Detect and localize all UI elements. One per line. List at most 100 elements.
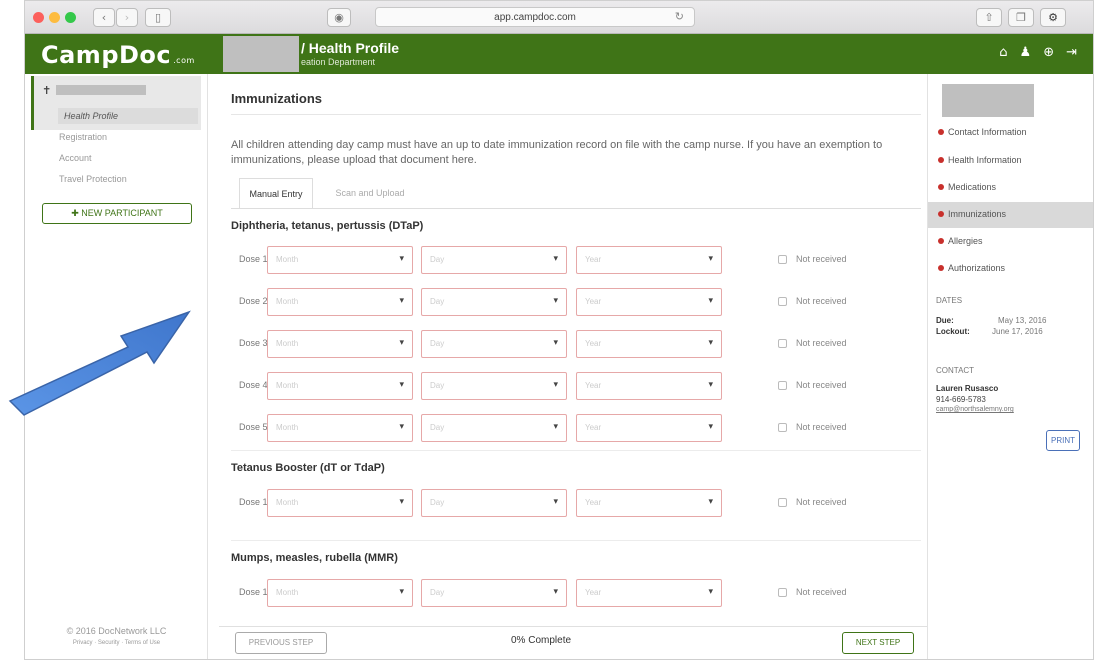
help-icon[interactable]: ⊕ [1043, 45, 1054, 60]
not-received-checkbox[interactable] [778, 498, 787, 507]
new-participant-button[interactable]: ✚ NEW PARTICIPANT [42, 203, 192, 224]
chevron-down-icon: ▾ [399, 296, 404, 306]
not-received-label: Not received [796, 422, 847, 432]
dose-row: Dose 5 Month ▾ Day ▾ Year ▾ Not received [231, 414, 921, 442]
not-received-label: Not received [796, 254, 847, 264]
forward-arrow-icon[interactable]: › [116, 8, 138, 27]
day-select[interactable]: Day ▾ [421, 330, 567, 358]
month-select[interactable]: Month ▾ [267, 579, 413, 607]
redacted-participant-name [56, 85, 146, 95]
progress-text: 0% Complete [511, 635, 572, 646]
url-bar[interactable]: app.campdoc.com ↻ [375, 7, 695, 27]
month-select[interactable]: Month ▾ [267, 288, 413, 316]
dose-row: Dose 4 Month ▾ Day ▾ Year ▾ Not received [231, 372, 921, 400]
year-select[interactable]: Year ▾ [576, 330, 722, 358]
tab-scan-and-upload[interactable]: Scan and Upload [317, 178, 423, 208]
home-icon[interactable]: ⌂ [999, 45, 1007, 60]
day-select[interactable]: Day ▾ [421, 246, 567, 274]
day-select[interactable]: Day ▾ [421, 489, 567, 517]
main-content: Immunizations All children attending day… [219, 74, 927, 659]
url-text: app.campdoc.com [494, 12, 576, 23]
section-nav-item[interactable]: Allergies [928, 229, 1093, 255]
section-nav-item[interactable]: Medications [928, 175, 1093, 201]
tab-divider [231, 208, 921, 209]
chevron-down-icon: ▾ [708, 422, 713, 432]
tab-manual-entry[interactable]: Manual Entry [239, 178, 313, 208]
reload-icon[interactable]: ↻ [675, 8, 684, 27]
month-select[interactable]: Month ▾ [267, 246, 413, 274]
back-arrow-icon[interactable]: ‹ [93, 8, 115, 27]
nav-item-registration[interactable]: Registration [59, 132, 107, 142]
close-window-button[interactable] [33, 12, 44, 23]
nav-item-travel-protection[interactable]: Travel Protection [59, 174, 127, 184]
chevron-down-icon: ▾ [399, 254, 404, 264]
next-step-button[interactable]: NEXT STEP [842, 632, 914, 654]
section-nav-label: Contact Information [948, 127, 1027, 137]
section-title: Immunizations [231, 91, 323, 106]
not-received-checkbox[interactable] [778, 423, 787, 432]
year-select[interactable]: Year ▾ [576, 372, 722, 400]
day-select[interactable]: Day ▾ [421, 414, 567, 442]
year-select[interactable]: Year ▾ [576, 246, 722, 274]
section-nav-item[interactable]: Authorizations [928, 256, 1093, 282]
zoom-window-button[interactable] [65, 12, 76, 23]
not-received-checkbox[interactable] [778, 297, 787, 306]
immunization-description: All children attending day camp must hav… [231, 139, 883, 166]
year-select[interactable]: Year ▾ [576, 288, 722, 316]
month-select[interactable]: Month ▾ [267, 330, 413, 358]
footer-links[interactable]: Privacy · Security · Terms of Use [25, 640, 208, 646]
month-placeholder: Month [276, 297, 299, 306]
month-select[interactable]: Month ▾ [267, 489, 413, 517]
chevron-down-icon: ▾ [553, 338, 558, 348]
contact-email-link[interactable]: camp@northsalemny.org [936, 406, 1014, 413]
nav-item-health-profile[interactable]: Health Profile [58, 108, 198, 124]
share-icon[interactable]: ⇧ [976, 8, 1002, 27]
immunization-section-title: Tetanus Booster (dT or TdaP) [231, 462, 385, 474]
privacy-icon[interactable]: ◉ [327, 8, 351, 27]
header-icons: ⌂ ♟ ⊕ ⇥ [999, 45, 1077, 60]
dose-row: Dose 2 Month ▾ Day ▾ Year ▾ Not received [231, 288, 921, 316]
redacted-camp-name [223, 36, 299, 72]
chevron-down-icon: ▾ [553, 497, 558, 507]
minimize-window-button[interactable] [49, 12, 60, 23]
dose-label: Dose 1 [239, 497, 268, 507]
day-select[interactable]: Day ▾ [421, 579, 567, 607]
month-placeholder: Month [276, 498, 299, 507]
year-select[interactable]: Year ▾ [576, 489, 722, 517]
not-received-checkbox[interactable] [778, 339, 787, 348]
day-placeholder: Day [430, 498, 445, 507]
year-select[interactable]: Year ▾ [576, 579, 722, 607]
not-received-checkbox[interactable] [778, 381, 787, 390]
pin-icon: ✝ [42, 84, 52, 97]
print-button[interactable]: PRINT [1046, 430, 1080, 451]
day-select[interactable]: Day ▾ [421, 372, 567, 400]
settings-icon[interactable]: ⚙ [1040, 8, 1066, 27]
section-nav-item[interactable]: Health Information [928, 148, 1093, 174]
chevron-down-icon: ▾ [708, 380, 713, 390]
dose-label: Dose 2 [239, 296, 268, 306]
campdoc-logo[interactable]: CampDoc .com [41, 41, 195, 69]
not-received-checkbox[interactable] [778, 588, 787, 597]
month-select[interactable]: Month ▾ [267, 372, 413, 400]
status-dot-icon [938, 157, 944, 163]
user-icon[interactable]: ♟ [1020, 45, 1032, 60]
contact-phone: 914-669-5783 [936, 395, 986, 404]
dose-row: Dose 1 Month ▾ Day ▾ Year ▾ Not received [231, 579, 921, 607]
nav-item-account[interactable]: Account [59, 153, 92, 163]
sidebar-icon[interactable]: ▯ [145, 8, 171, 27]
day-placeholder: Day [430, 381, 445, 390]
not-received-checkbox[interactable] [778, 255, 787, 264]
month-select[interactable]: Month ▾ [267, 414, 413, 442]
immunization-section-title: Diphtheria, tetanus, pertussis (DTaP) [231, 220, 424, 232]
year-placeholder: Year [585, 498, 602, 507]
day-select[interactable]: Day ▾ [421, 288, 567, 316]
year-select[interactable]: Year ▾ [576, 414, 722, 442]
tabs-icon[interactable]: ❐ [1008, 8, 1034, 27]
day-placeholder: Day [430, 255, 445, 264]
section-nav-item[interactable]: Contact Information [928, 120, 1093, 146]
section-nav-item[interactable]: Immunizations [928, 202, 1093, 228]
logo-suffix: .com [173, 56, 195, 65]
chevron-down-icon: ▾ [708, 497, 713, 507]
previous-step-button[interactable]: PREVIOUS STEP [235, 632, 327, 654]
logout-icon[interactable]: ⇥ [1066, 45, 1077, 60]
